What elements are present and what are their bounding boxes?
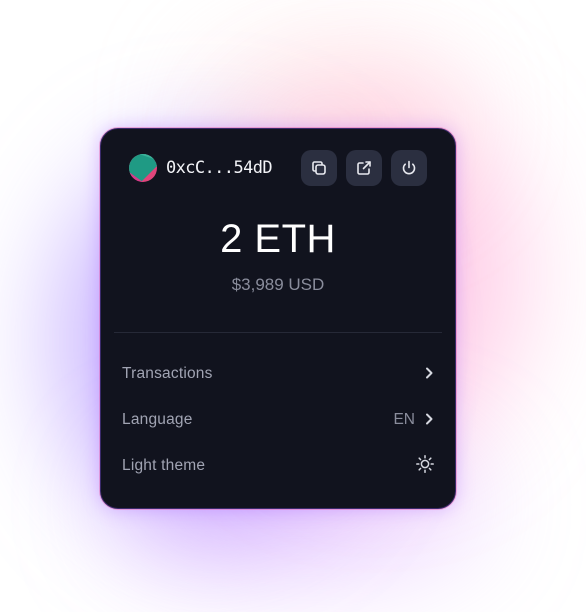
balance-fiat: $3,989 USD [231, 275, 325, 294]
menu-item-trailing [423, 365, 435, 384]
menu-item-language[interactable]: Language EN [122, 405, 435, 435]
account-modal: 0xcC...54dD 2 ETH $3,989 USD Transaction… [100, 128, 456, 509]
copy-address-button[interactable] [301, 149, 337, 186]
chevron-right-icon [423, 411, 435, 430]
language-value: EN [393, 411, 415, 428]
account-header: 0xcC...54dD [129, 149, 427, 186]
menu-item-transactions[interactable]: Transactions [122, 359, 435, 389]
divider [114, 332, 442, 333]
balance-amount: 2 ETH [220, 217, 336, 261]
menu-item-label: Light theme [122, 457, 206, 474]
chevron-right-icon [423, 365, 435, 384]
menu-item-trailing [415, 454, 435, 478]
menu-item-label: Language [122, 411, 193, 428]
wallet-address: 0xcC...54dD [166, 157, 273, 178]
sun-icon [415, 454, 435, 478]
external-link-icon [355, 159, 373, 177]
page-stage: 0xcC...54dD 2 ETH $3,989 USD Transaction… [0, 0, 586, 612]
header-actions [301, 149, 427, 186]
view-on-explorer-button[interactable] [346, 149, 382, 186]
power-icon [400, 159, 418, 177]
menu-item-trailing: EN [393, 411, 435, 430]
menu-item-light-theme[interactable]: Light theme [122, 451, 435, 481]
menu-item-label: Transactions [122, 365, 213, 382]
copy-icon [310, 159, 328, 177]
avatar [129, 153, 157, 182]
disconnect-button[interactable] [391, 149, 427, 186]
